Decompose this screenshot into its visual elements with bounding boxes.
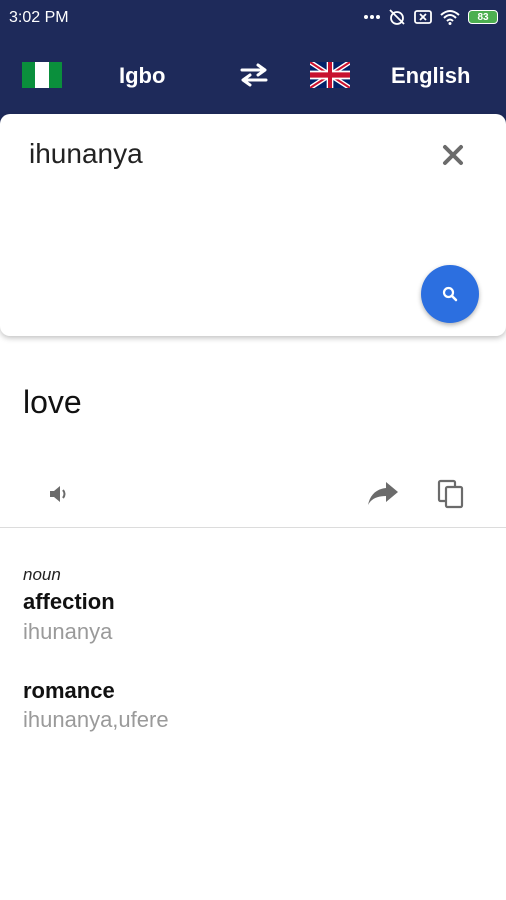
swap-arrows-icon[interactable] <box>238 63 270 87</box>
status-icons: 83 <box>364 8 498 26</box>
uk-flag-icon[interactable] <box>310 62 350 88</box>
notification-icon <box>414 10 432 24</box>
alarm-off-icon <box>389 9 405 25</box>
source-language-label[interactable]: Igbo <box>119 63 165 89</box>
search-icon <box>442 286 458 302</box>
source-text-input[interactable]: ihunanya <box>29 138 143 170</box>
app-header: 3:02 PM 83 Igbo English <box>0 0 506 130</box>
dictionary-entry-word: affection <box>23 589 115 614</box>
speaker-icon[interactable] <box>45 481 71 507</box>
more-dots-icon <box>364 15 380 19</box>
copy-icon[interactable] <box>436 478 466 510</box>
status-bar: 3:02 PM 83 <box>0 0 506 36</box>
language-selector-bar: Igbo English <box>0 52 506 98</box>
nigeria-flag-icon[interactable] <box>22 62 62 88</box>
dictionary-entry-synonyms: ihunanya <box>23 619 113 644</box>
target-language-label[interactable]: English <box>391 63 470 89</box>
share-icon[interactable] <box>366 478 400 508</box>
divider <box>0 527 506 528</box>
dictionary-entry-word: romance <box>23 678 115 703</box>
part-of-speech-label: noun <box>23 565 61 584</box>
dictionary-entry-synonyms: ihunanya,ufere <box>23 707 169 732</box>
close-icon[interactable] <box>440 142 466 168</box>
wifi-icon <box>440 10 460 25</box>
battery-indicator: 83 <box>468 10 498 24</box>
status-time: 3:02 PM <box>9 9 69 26</box>
search-button[interactable] <box>421 265 479 323</box>
translation-result: love <box>23 384 82 420</box>
